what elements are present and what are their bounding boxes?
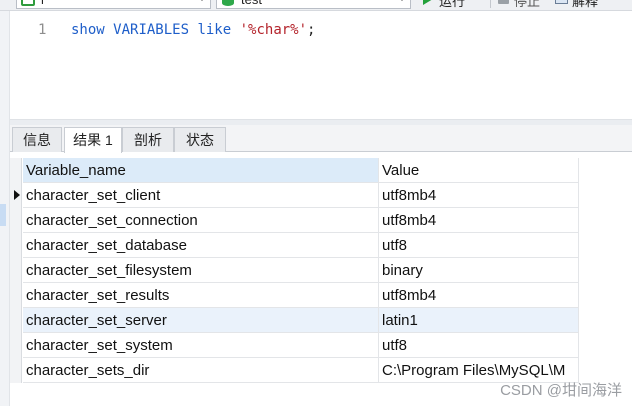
tab-info[interactable]: 信息: [12, 127, 62, 152]
keyword-show: show: [71, 22, 105, 38]
keyword-like: like: [197, 22, 232, 38]
play-icon: [423, 0, 433, 5]
database-select[interactable]: test: [216, 0, 411, 9]
column-header-value[interactable]: Value: [379, 158, 579, 183]
table-cell-value[interactable]: utf8mb4: [379, 283, 579, 308]
stop-button[interactable]: 停止: [494, 0, 552, 9]
row-indicator[interactable]: [10, 283, 22, 308]
run-button[interactable]: 运行: [419, 0, 479, 9]
results-tab-bar: 信息 结果 1 剖析 状态: [10, 125, 632, 153]
chevron-down-icon: [398, 0, 406, 1]
explain-button-label: 解释: [572, 0, 599, 9]
row-indicator[interactable]: [10, 183, 22, 208]
row-indicator[interactable]: [10, 258, 22, 283]
table-cell-variable-name[interactable]: character_set_filesystem: [23, 258, 379, 283]
tab-status[interactable]: 状态: [174, 127, 226, 152]
connection-icon: [21, 0, 35, 6]
table-cell-variable-name[interactable]: character_sets_dir: [23, 358, 379, 383]
table-cell-value[interactable]: binary: [379, 258, 579, 283]
stop-icon: [498, 0, 509, 4]
row-indicator[interactable]: [10, 358, 22, 383]
table-cell-variable-name[interactable]: character_set_results: [23, 283, 379, 308]
row-indicator[interactable]: [10, 308, 22, 333]
watermark: CSDN @坩间海洋: [500, 382, 622, 399]
sql-code-line[interactable]: show VARIABLES like '%char%';: [71, 22, 315, 38]
header-row-indicator: [10, 158, 22, 183]
table-cell-value[interactable]: utf8: [379, 233, 579, 258]
explain-icon: [555, 0, 568, 4]
table-cell-variable-name[interactable]: character_set_system: [23, 333, 379, 358]
table-cell-variable-name[interactable]: character_set_connection: [23, 208, 379, 233]
table-cell-variable-name[interactable]: character_set_client: [23, 183, 379, 208]
database-icon: [222, 0, 234, 6]
table-cell-variable-name[interactable]: character_set_server: [23, 308, 379, 333]
connection-select-value: l: [41, 0, 44, 7]
chevron-down-icon: [198, 0, 206, 1]
string-literal: '%char%': [239, 22, 308, 38]
toolbar: l test 运行 停止 解释: [0, 0, 632, 11]
explain-button[interactable]: 解释: [552, 0, 612, 9]
tab-profile[interactable]: 剖析: [122, 127, 174, 152]
table-cell-value[interactable]: latin1: [379, 308, 579, 333]
tab-result-1[interactable]: 结果 1: [64, 127, 122, 153]
table-cell-value[interactable]: utf8mb4: [379, 183, 579, 208]
row-indicator[interactable]: [10, 233, 22, 258]
column-header-variable-name[interactable]: Variable_name: [23, 158, 379, 183]
run-button-label: 运行: [439, 0, 466, 9]
semicolon: ;: [307, 22, 316, 38]
row-indicator[interactable]: [10, 208, 22, 233]
connection-select[interactable]: l: [16, 0, 211, 9]
table-cell-value[interactable]: utf8: [379, 333, 579, 358]
database-select-value: test: [241, 0, 262, 7]
row-indicator[interactable]: [10, 333, 22, 358]
table-cell-variable-name[interactable]: character_set_database: [23, 233, 379, 258]
sql-editor[interactable]: 1 show VARIABLES like '%char%';: [10, 11, 632, 123]
results-grid: Variable_name Value character_set_client…: [10, 153, 632, 406]
stop-button-label: 停止: [514, 0, 541, 9]
table-cell-value[interactable]: utf8mb4: [379, 208, 579, 233]
toolbar-separator: [490, 0, 491, 8]
keyword-variables: VARIABLES: [113, 22, 190, 38]
left-panel-selection-marker: [0, 204, 6, 226]
line-number: 1: [38, 22, 47, 38]
current-row-pointer-icon: [14, 190, 20, 200]
